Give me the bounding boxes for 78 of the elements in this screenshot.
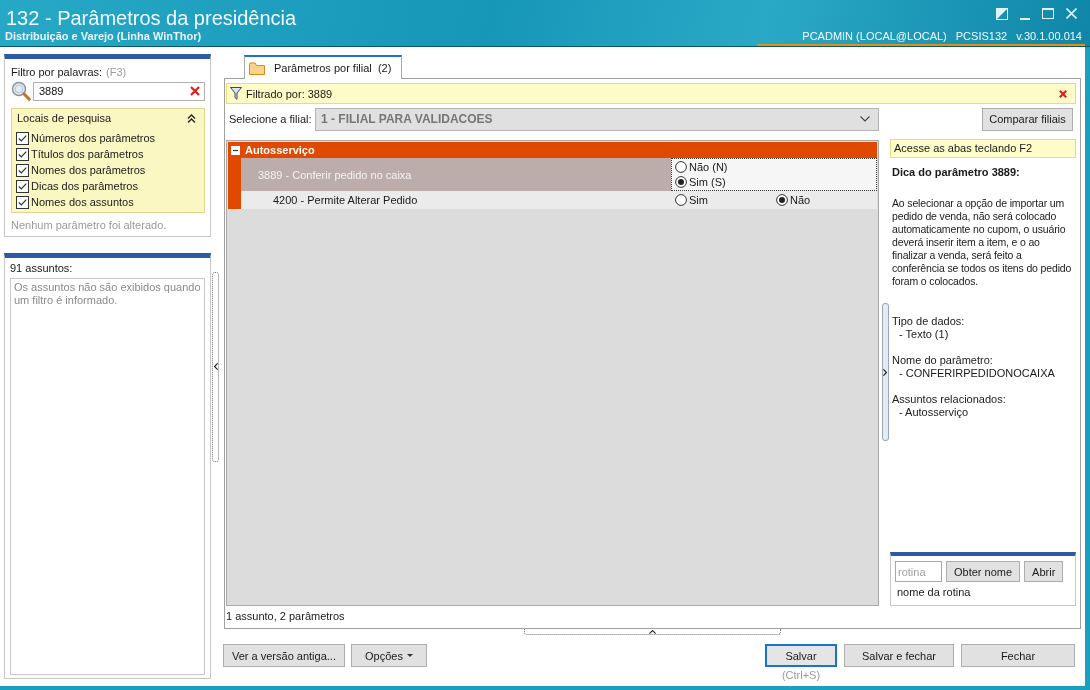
routine-input[interactable]: rotina [895, 561, 942, 582]
module-label: PCSIS132 [955, 30, 1008, 43]
status-text: Nenhum parâmetro foi alterado. [11, 219, 168, 232]
user-label: PCADMIN (LOCAL@LOCAL) [802, 30, 947, 43]
radio-label: Não [790, 194, 811, 206]
value-editor[interactable]: Sim Não [671, 191, 877, 209]
detail-label: Nome do parâmetro: [892, 354, 994, 367]
parameter-name: 4200 - Permite Alterar Pedido [272, 193, 419, 208]
hint-text: Ao selecionar a opção de importar um pedido de venda, não será colocado automaticamente no cupom, o usuário deverá inserir item a item, e o ao finalizar a venda, será feito a conferência se todos os itens do pedido foram o colocados. [891, 197, 1073, 288]
checkbox[interactable] [16, 179, 29, 193]
summary-text: 1 assunto, 2 parâmetros [226, 610, 346, 623]
group-header[interactable]: Autosserviço [228, 142, 877, 158]
radio-label: Não (N) [689, 161, 728, 173]
subjects-count: 91 assuntos: [10, 262, 74, 275]
parameter-name: 3889 - Conferir pedido no caixa [241, 158, 671, 191]
splitter-handle[interactable] [524, 629, 781, 635]
detail-value: - Texto (1) [898, 328, 950, 341]
window-subtitle: Distribuição e Varejo (Linha WinThor) [5, 30, 203, 43]
splitter-handle[interactable] [882, 303, 889, 441]
close-icon[interactable] [1059, 89, 1067, 98]
detail-label: Tipo de dados: [892, 315, 966, 328]
minus-box-icon[interactable] [231, 145, 240, 155]
filter-text: Filtrado por: 3889 [246, 87, 334, 100]
lookup-button[interactable]: Obter nome [946, 561, 1021, 582]
checkbox-label: Dicas dos parâmetros [31, 180, 138, 192]
version-label: v.30.1.00.014 [1016, 30, 1082, 43]
notice-text: Acesse as abas teclando F2 [890, 139, 1076, 158]
value-editor[interactable]: Não (N) Sim (S) [671, 158, 877, 191]
subjects-list[interactable]: Os assuntos não são exibidos quando um filtro é informado. [10, 278, 205, 675]
radio-button[interactable] [776, 194, 788, 206]
compare-button[interactable]: Comparar filiais [982, 107, 1073, 131]
caret-left-icon [213, 363, 218, 370]
detail-label: Assuntos relacionados: [892, 393, 1007, 406]
dialog-button[interactable]: Salvar [765, 644, 837, 667]
search-field[interactable]: 3889 [33, 81, 205, 101]
lookup-button[interactable]: Abrir [1024, 561, 1064, 582]
window-title: 132 - Parâmetros da presidência [6, 6, 297, 30]
radio-label: Sim (S) [689, 176, 726, 188]
radio-button[interactable] [675, 161, 687, 173]
clear-icon[interactable] [190, 85, 200, 96]
locations-title: Locais de pesquisa [17, 112, 112, 125]
detail-value: - Autosserviço [898, 406, 970, 419]
checkbox[interactable] [16, 195, 29, 209]
checkbox-label: Nomes dos parâmetros [31, 164, 146, 176]
dialog-button[interactable]: Fechar [961, 644, 1075, 667]
checkbox[interactable] [16, 147, 29, 161]
detail-value: - CONFERIRPEDIDONOCAIXA [898, 367, 1056, 380]
half-filled-square-icon[interactable] [996, 8, 1008, 20]
empty-list-message: Os assuntos não são exibidos quando um filtro é informado. [14, 281, 201, 306]
checkbox-label: Nomes dos assuntos [31, 196, 134, 208]
maximize-icon[interactable] [1042, 8, 1054, 19]
filter-label: Filtro por palavras: [11, 66, 103, 79]
radio-button[interactable] [675, 176, 687, 188]
checkbox[interactable] [16, 163, 29, 177]
checkbox-label: Números dos parâmetros [31, 132, 156, 144]
shortcut-hint: (F3) [106, 66, 127, 79]
checkbox-label: Títulos dos parâmetros [31, 148, 144, 160]
shortcut-hint: (Ctrl+S) [781, 669, 821, 682]
caret-right-icon [883, 368, 887, 376]
checkbox[interactable] [16, 131, 29, 145]
chevron-down-icon [860, 116, 870, 122]
caret-up-icon [649, 629, 656, 634]
parameter-row[interactable]: 4200 - Permite Alterar Pedido Sim Não [241, 191, 877, 209]
footer-button[interactable]: Ver a versão antiga... [223, 644, 345, 667]
footer-button[interactable]: Opções [351, 644, 427, 667]
parameter-row[interactable]: 3889 - Conferir pedido no caixa Não (N) Sim (S) [241, 158, 877, 191]
dialog-button[interactable]: Salvar e fechar [844, 644, 954, 667]
branch-label: Selecione a filial: [228, 113, 313, 125]
double-chevron-icon[interactable] [187, 114, 196, 123]
caret-down-icon [406, 654, 413, 657]
folder-icon [249, 61, 265, 75]
funnel-icon [230, 87, 242, 100]
radio-label: Sim [689, 194, 708, 206]
routine-name-text: nome da rotina [896, 586, 972, 599]
tab[interactable]: Parâmetros por filial (2) [244, 55, 403, 79]
radio-button[interactable] [675, 194, 687, 206]
search-icon [11, 81, 31, 101]
hint-title: Dica do parâmetro 3889: [891, 166, 1021, 179]
